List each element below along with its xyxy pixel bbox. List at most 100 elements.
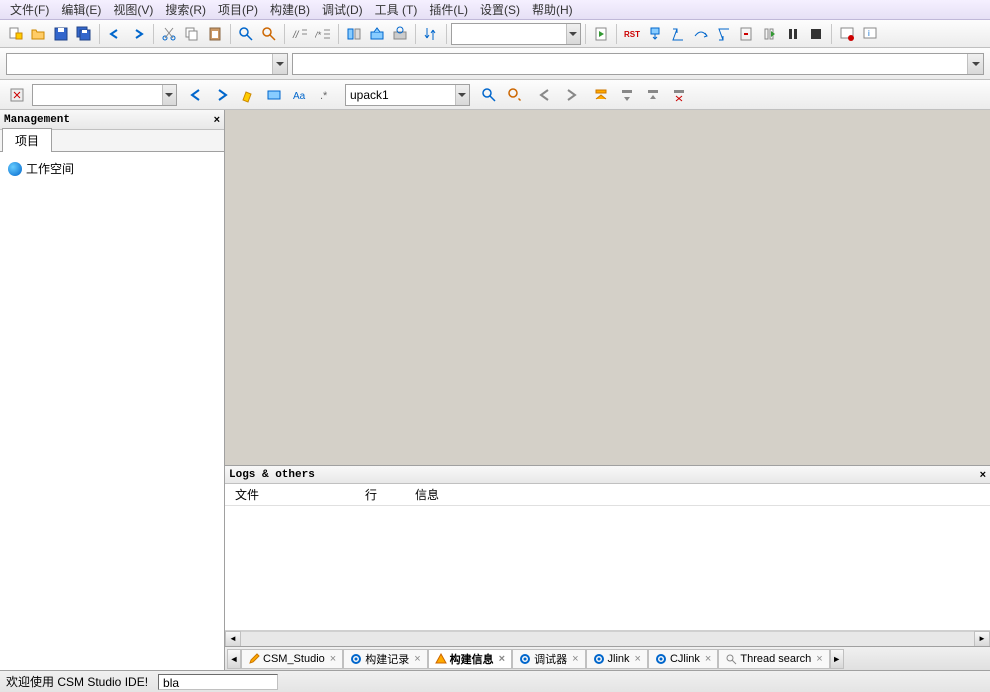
save-all-button[interactable] bbox=[73, 23, 95, 45]
menu-plugins[interactable]: 插件(L) bbox=[423, 0, 474, 20]
tab-csm-studio[interactable]: CSM_Studio × bbox=[241, 649, 343, 669]
comment-line-button[interactable]: // bbox=[289, 23, 311, 45]
bookmark-clear-button[interactable] bbox=[668, 84, 690, 106]
scroll-right-button[interactable]: ► bbox=[974, 631, 990, 647]
tab-close[interactable]: × bbox=[570, 653, 578, 665]
step-into-button[interactable] bbox=[667, 23, 689, 45]
target-select-button[interactable] bbox=[343, 23, 365, 45]
bookmark-next-button[interactable] bbox=[642, 84, 664, 106]
run-to-cursor-button[interactable] bbox=[736, 23, 758, 45]
reset-button[interactable]: RST bbox=[621, 23, 643, 45]
undo-button[interactable] bbox=[104, 23, 126, 45]
pause-button[interactable] bbox=[782, 23, 804, 45]
open-button[interactable] bbox=[27, 23, 49, 45]
tab-jlink[interactable]: Jlink × bbox=[586, 649, 648, 669]
tab-debugger[interactable]: 调试器 × bbox=[512, 649, 585, 669]
find-in-files-button[interactable] bbox=[478, 84, 500, 106]
match-case-button[interactable]: Aa bbox=[289, 84, 311, 106]
search-toolbar: Aa .* bbox=[0, 80, 990, 110]
menu-settings[interactable]: 设置(S) bbox=[474, 0, 526, 20]
menu-file[interactable]: 文件(F) bbox=[4, 0, 55, 20]
search-icon bbox=[725, 653, 737, 665]
scope-combo[interactable] bbox=[6, 53, 288, 75]
download-button[interactable] bbox=[644, 23, 666, 45]
step-out-button[interactable] bbox=[713, 23, 735, 45]
paste-button[interactable] bbox=[204, 23, 226, 45]
info-button[interactable]: i bbox=[859, 23, 881, 45]
status-field: bla bbox=[158, 674, 278, 690]
tree-workspace-item[interactable]: 工作空间 bbox=[8, 158, 216, 179]
search-options-button[interactable] bbox=[504, 84, 526, 106]
search-term-input[interactable] bbox=[346, 88, 455, 102]
rebuild-button[interactable] bbox=[389, 23, 411, 45]
nav-back-button[interactable] bbox=[534, 84, 556, 106]
replace-button[interactable] bbox=[258, 23, 280, 45]
tab-close[interactable]: × bbox=[633, 653, 641, 665]
menu-project[interactable]: 项目(P) bbox=[212, 0, 264, 20]
find-button[interactable] bbox=[235, 23, 257, 45]
search-term-combo[interactable] bbox=[345, 84, 470, 106]
select-mode-button[interactable] bbox=[263, 84, 285, 106]
search-prev-button[interactable] bbox=[185, 84, 207, 106]
menu-search[interactable]: 搜索(R) bbox=[159, 0, 212, 20]
logs-col-line[interactable]: 行 bbox=[355, 486, 405, 503]
highlight-button[interactable] bbox=[237, 84, 259, 106]
bookmark-prev-button[interactable] bbox=[616, 84, 638, 106]
right-area: Logs & others × 文件 行 信息 ◄ ► ◄ CSM_Studio… bbox=[225, 110, 990, 670]
logs-tab-strip: ◄ CSM_Studio × 构建记录 × 构建信息 × bbox=[225, 646, 990, 670]
gear-icon bbox=[593, 653, 605, 665]
cut-button[interactable] bbox=[158, 23, 180, 45]
tab-close[interactable]: × bbox=[703, 653, 711, 665]
logs-col-info[interactable]: 信息 bbox=[405, 486, 449, 503]
tab-close[interactable]: × bbox=[497, 653, 505, 665]
stop-button[interactable] bbox=[805, 23, 827, 45]
tab-close[interactable]: × bbox=[412, 653, 420, 665]
save-button[interactable] bbox=[50, 23, 72, 45]
tab-label: Thread search bbox=[740, 653, 811, 665]
tabs-scroll-left[interactable]: ◄ bbox=[227, 649, 241, 669]
tab-build-info[interactable]: 构建信息 × bbox=[428, 649, 512, 669]
debug-window-button[interactable] bbox=[836, 23, 858, 45]
bookmark-toggle-button[interactable] bbox=[590, 84, 612, 106]
tab-thread-search[interactable]: Thread search × bbox=[718, 649, 829, 669]
nav-forward-button[interactable] bbox=[560, 84, 582, 106]
search-history-combo[interactable] bbox=[32, 84, 177, 106]
logs-hscroll[interactable]: ◄ ► bbox=[225, 630, 990, 646]
symbol-combo[interactable] bbox=[292, 53, 984, 75]
management-close-button[interactable]: × bbox=[214, 114, 220, 126]
step-over-button[interactable] bbox=[690, 23, 712, 45]
target-combo[interactable] bbox=[451, 23, 581, 45]
build-button[interactable] bbox=[366, 23, 388, 45]
menu-bar: 文件(F) 编辑(E) 视图(V) 搜索(R) 项目(P) 构建(B) 调试(D… bbox=[0, 0, 990, 20]
project-tree[interactable]: 工作空间 bbox=[0, 152, 224, 670]
menu-tools[interactable]: 工具 (T) bbox=[369, 0, 424, 20]
continue-button[interactable] bbox=[759, 23, 781, 45]
sort-button[interactable] bbox=[420, 23, 442, 45]
tabs-scroll-right[interactable]: ► bbox=[830, 649, 844, 669]
tab-project[interactable]: 项目 bbox=[2, 128, 52, 152]
tab-build-log[interactable]: 构建记录 × bbox=[343, 649, 427, 669]
tab-close[interactable]: × bbox=[814, 653, 822, 665]
workspace-icon bbox=[8, 162, 22, 176]
clear-search-button[interactable] bbox=[6, 84, 28, 106]
comment-block-button[interactable]: /* bbox=[312, 23, 334, 45]
tab-label: CJlink bbox=[670, 653, 700, 665]
run-button[interactable] bbox=[590, 23, 612, 45]
search-next-button[interactable] bbox=[211, 84, 233, 106]
new-file-button[interactable] bbox=[4, 23, 26, 45]
menu-build[interactable]: 构建(B) bbox=[264, 0, 316, 20]
tab-close[interactable]: × bbox=[328, 653, 336, 665]
tab-cjlink[interactable]: CJlink × bbox=[648, 649, 718, 669]
menu-debug[interactable]: 调试(D) bbox=[316, 0, 369, 20]
scroll-left-button[interactable]: ◄ bbox=[225, 631, 241, 647]
scroll-track[interactable] bbox=[241, 631, 974, 647]
menu-edit[interactable]: 编辑(E) bbox=[55, 0, 107, 20]
menu-help[interactable]: 帮助(H) bbox=[526, 0, 579, 20]
menu-view[interactable]: 视图(V) bbox=[107, 0, 159, 20]
logs-header: Logs & others × bbox=[225, 466, 990, 484]
logs-col-file[interactable]: 文件 bbox=[225, 486, 355, 503]
logs-close-button[interactable]: × bbox=[980, 469, 986, 481]
redo-button[interactable] bbox=[127, 23, 149, 45]
copy-button[interactable] bbox=[181, 23, 203, 45]
regex-button[interactable]: .* bbox=[315, 84, 337, 106]
